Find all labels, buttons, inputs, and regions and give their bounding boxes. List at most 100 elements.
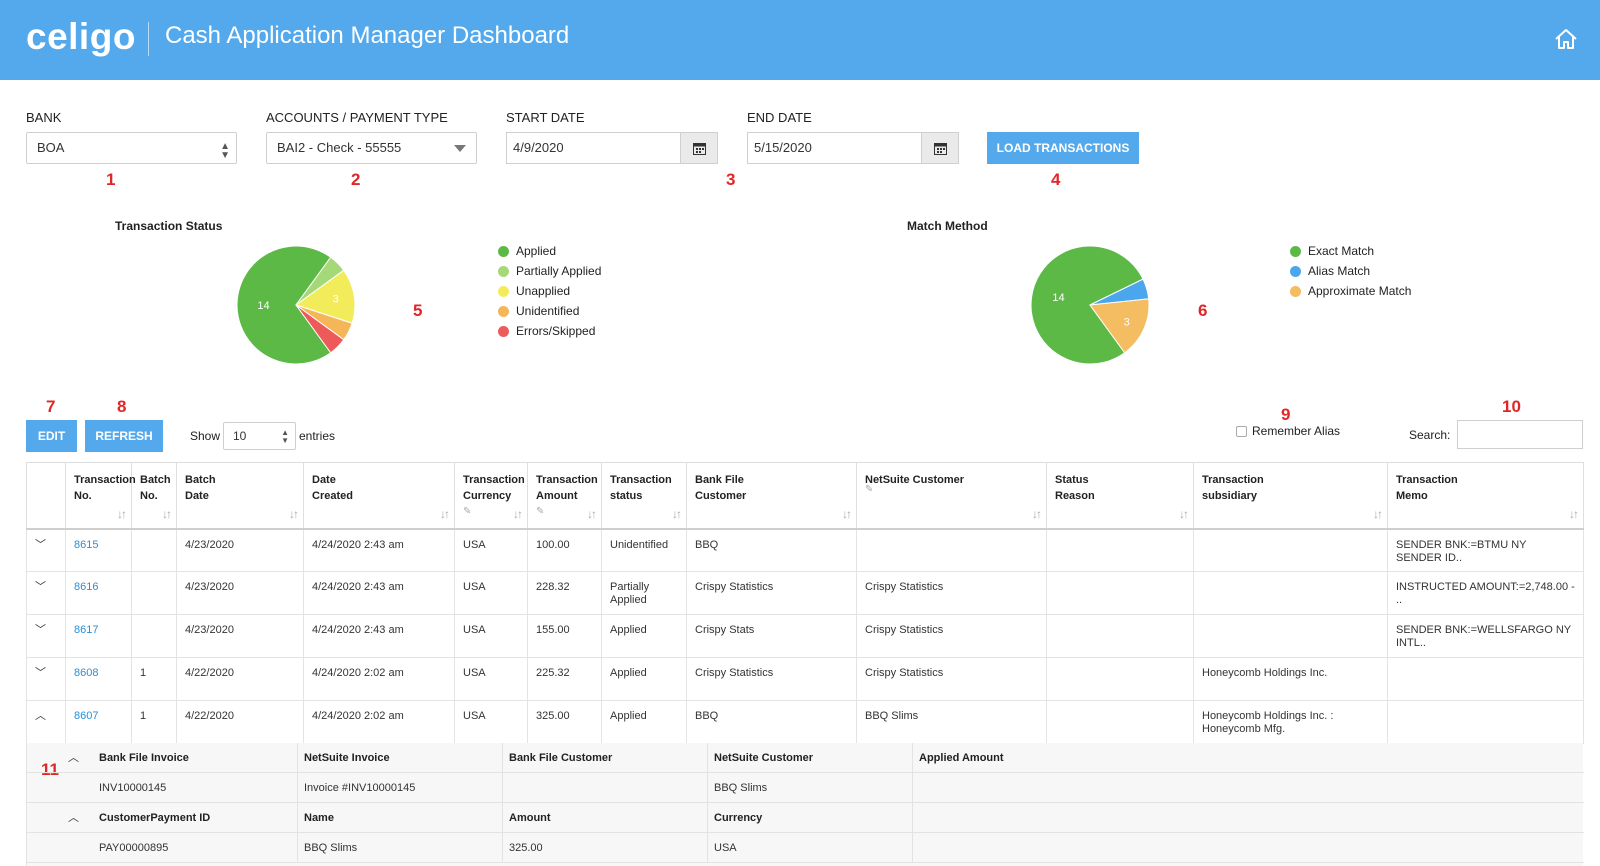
expand-cell[interactable]: ﹀ bbox=[26, 528, 66, 572]
sort-icon[interactable]: ↓↑ bbox=[842, 506, 852, 522]
sort-icon[interactable]: ↓↑ bbox=[672, 506, 682, 522]
collapse-chevron-icon[interactable]: ︿ bbox=[62, 803, 92, 833]
entries-select[interactable]: 10 ▲ ▼ bbox=[223, 422, 296, 450]
column-header[interactable]: Batch No. ↓↑ bbox=[131, 462, 177, 530]
transactions-table: Transaction No. ↓↑ Batch No. ↓↑ Batch Date… bbox=[26, 462, 1584, 744]
table-row[interactable]: ﹀ 8608 1 4/22/2020 4/24/2020 2:02 am USA 225.3… bbox=[26, 657, 1584, 701]
table-row[interactable]: ﹀ 8616 4/23/2020 4/24/2020 2:43 am USA 228.32… bbox=[26, 571, 1584, 615]
column-header[interactable]: Transaction status ↓↑ bbox=[601, 462, 687, 530]
refresh-button[interactable]: REFRESH bbox=[85, 420, 163, 452]
column-header[interactable]: Transaction subsidiary ↓↑ bbox=[1193, 462, 1388, 530]
annotation-8: 8 bbox=[117, 397, 127, 416]
sort-icon[interactable]: ↓↑ bbox=[162, 506, 172, 522]
column-header[interactable]: Bank File Customer ↓↑ bbox=[686, 462, 857, 530]
collapse-chevron-icon[interactable]: ︿ bbox=[62, 743, 92, 773]
cell-text: Crispy Statistics bbox=[865, 624, 944, 636]
table-cell[interactable]: 8608 bbox=[65, 657, 132, 701]
match-method-pie-chart: 14 3 bbox=[1030, 245, 1150, 365]
remember-alias-checkbox[interactable] bbox=[1236, 426, 1247, 437]
expand-cell[interactable]: ︿ bbox=[26, 700, 66, 744]
column-header[interactable]: Transaction Currency ✎ ↓↑ bbox=[454, 462, 528, 530]
table-cell[interactable]: 8617 bbox=[65, 614, 132, 658]
transaction-link[interactable]: 8615 bbox=[74, 539, 98, 551]
cell-text: 4/24/2020 2:43 am bbox=[312, 581, 404, 593]
table-cell: 4/24/2020 2:02 am bbox=[303, 657, 455, 701]
load-transactions-button[interactable]: LOAD TRANSACTIONS bbox=[987, 132, 1139, 164]
legend-label: Alias Match bbox=[1308, 264, 1371, 278]
legend-item[interactable]: Applied bbox=[498, 241, 601, 261]
chevron-up-icon[interactable]: ︿ bbox=[35, 710, 46, 723]
table-cell: Applied bbox=[601, 700, 687, 744]
updown-arrow-icon: ▲ ▼ bbox=[281, 428, 289, 445]
transaction-link[interactable]: 8608 bbox=[74, 667, 98, 679]
expand-cell[interactable]: ﹀ bbox=[26, 614, 66, 658]
sort-icon[interactable]: ↓↑ bbox=[1032, 506, 1042, 522]
sort-icon[interactable]: ↓↑ bbox=[1569, 506, 1579, 522]
table-cell: USA bbox=[454, 571, 528, 615]
table-row[interactable]: ﹀ 8617 4/23/2020 4/24/2020 2:43 am USA 155.00… bbox=[26, 614, 1584, 658]
chevron-down-icon[interactable]: ﹀ bbox=[35, 581, 46, 594]
sort-icon[interactable]: ↓↑ bbox=[587, 506, 597, 522]
search-input[interactable] bbox=[1457, 420, 1583, 449]
legend-dot-icon bbox=[1290, 286, 1301, 297]
column-header[interactable]: Transaction Memo ↓↑ bbox=[1387, 462, 1584, 530]
legend-item[interactable]: Unapplied bbox=[498, 281, 601, 301]
column-header[interactable]: Transaction Amount ✎ ↓↑ bbox=[527, 462, 602, 530]
sort-icon[interactable]: ↓↑ bbox=[440, 506, 450, 522]
home-icon[interactable] bbox=[1553, 26, 1579, 52]
invoice-header-row: ︿ Bank File Invoice NetSuite Invoice Ban… bbox=[27, 743, 1584, 773]
legend-item[interactable]: Alias Match bbox=[1290, 261, 1411, 281]
cell-text: Crispy Statistics bbox=[865, 667, 944, 679]
table-cell: 4/23/2020 bbox=[176, 528, 304, 572]
table-cell: 4/22/2020 bbox=[176, 657, 304, 701]
column-label: Date Created bbox=[312, 474, 353, 502]
expand-cell[interactable]: ﹀ bbox=[26, 657, 66, 701]
column-header[interactable]: Transaction No. ↓↑ bbox=[65, 462, 136, 530]
annotation-3: 3 bbox=[726, 170, 736, 189]
sort-icon[interactable]: ↓↑ bbox=[513, 506, 523, 522]
table-cell[interactable]: 8616 bbox=[65, 571, 132, 615]
account-select[interactable]: BAI2 - Check - 55555 bbox=[266, 132, 477, 164]
column-header[interactable]: Status Reason ↓↑ bbox=[1046, 462, 1194, 530]
edit-button[interactable]: EDIT bbox=[26, 420, 77, 452]
legend-item[interactable]: Errors/Skipped bbox=[498, 321, 601, 341]
transaction-link[interactable]: 8616 bbox=[74, 581, 98, 593]
table-cell: INV10000145 bbox=[93, 773, 298, 803]
table-row[interactable]: ﹀ 8615 4/23/2020 4/24/2020 2:43 am USA 100.00… bbox=[26, 528, 1584, 572]
transaction-link[interactable]: 8617 bbox=[74, 624, 98, 636]
pencil-icon: ✎ bbox=[865, 483, 874, 495]
annotation-6: 6 bbox=[1198, 301, 1208, 320]
remember-alias-label: Remember Alias bbox=[1252, 424, 1341, 438]
column-header[interactable]: Batch Date ↓↑ bbox=[176, 462, 304, 530]
bank-select[interactable]: BOA ▲ ▼ bbox=[26, 132, 237, 164]
legend-item[interactable]: Unidentified bbox=[498, 301, 601, 321]
end-date-calendar-button[interactable] bbox=[922, 132, 959, 164]
chevron-down-icon[interactable]: ﹀ bbox=[35, 539, 46, 552]
legend-dot-icon bbox=[498, 286, 509, 297]
column-header[interactable]: NetSuite Customer ✎ ↓↑ bbox=[856, 462, 1047, 530]
legend-item[interactable]: Partially Applied bbox=[498, 261, 601, 281]
table-cell: Honeycomb Holdings Inc. bbox=[1193, 657, 1388, 701]
sort-icon[interactable]: ↓↑ bbox=[1373, 506, 1383, 522]
cell-text: Partially Applied bbox=[610, 581, 650, 606]
legend-item[interactable]: Exact Match bbox=[1290, 241, 1411, 261]
start-date-calendar-button[interactable] bbox=[681, 132, 718, 164]
pie-data-label: 14 bbox=[257, 300, 269, 312]
legend-item[interactable]: Approximate Match bbox=[1290, 281, 1411, 301]
table-cell[interactable]: 8607 bbox=[65, 700, 132, 744]
column-label: Amount bbox=[503, 803, 708, 833]
start-date-label: START DATE bbox=[506, 110, 585, 125]
chevron-down-icon[interactable]: ﹀ bbox=[35, 667, 46, 680]
table-cell[interactable]: 8615 bbox=[65, 528, 132, 572]
sort-icon[interactable]: ↓↑ bbox=[117, 506, 127, 522]
sort-icon[interactable]: ↓↑ bbox=[1179, 506, 1189, 522]
expand-cell[interactable]: ﹀ bbox=[26, 571, 66, 615]
start-date-input[interactable]: 4/9/2020 bbox=[506, 132, 681, 164]
transaction-link[interactable]: 8607 bbox=[74, 710, 98, 722]
table-cell bbox=[1193, 614, 1388, 658]
chevron-down-icon[interactable]: ﹀ bbox=[35, 624, 46, 637]
sort-icon[interactable]: ↓↑ bbox=[289, 506, 299, 522]
table-row[interactable]: ︿ 8607 1 4/22/2020 4/24/2020 2:02 am USA 325.0… bbox=[26, 700, 1584, 744]
column-header[interactable]: Date Created ↓↑ bbox=[303, 462, 455, 530]
end-date-input[interactable]: 5/15/2020 bbox=[747, 132, 922, 164]
